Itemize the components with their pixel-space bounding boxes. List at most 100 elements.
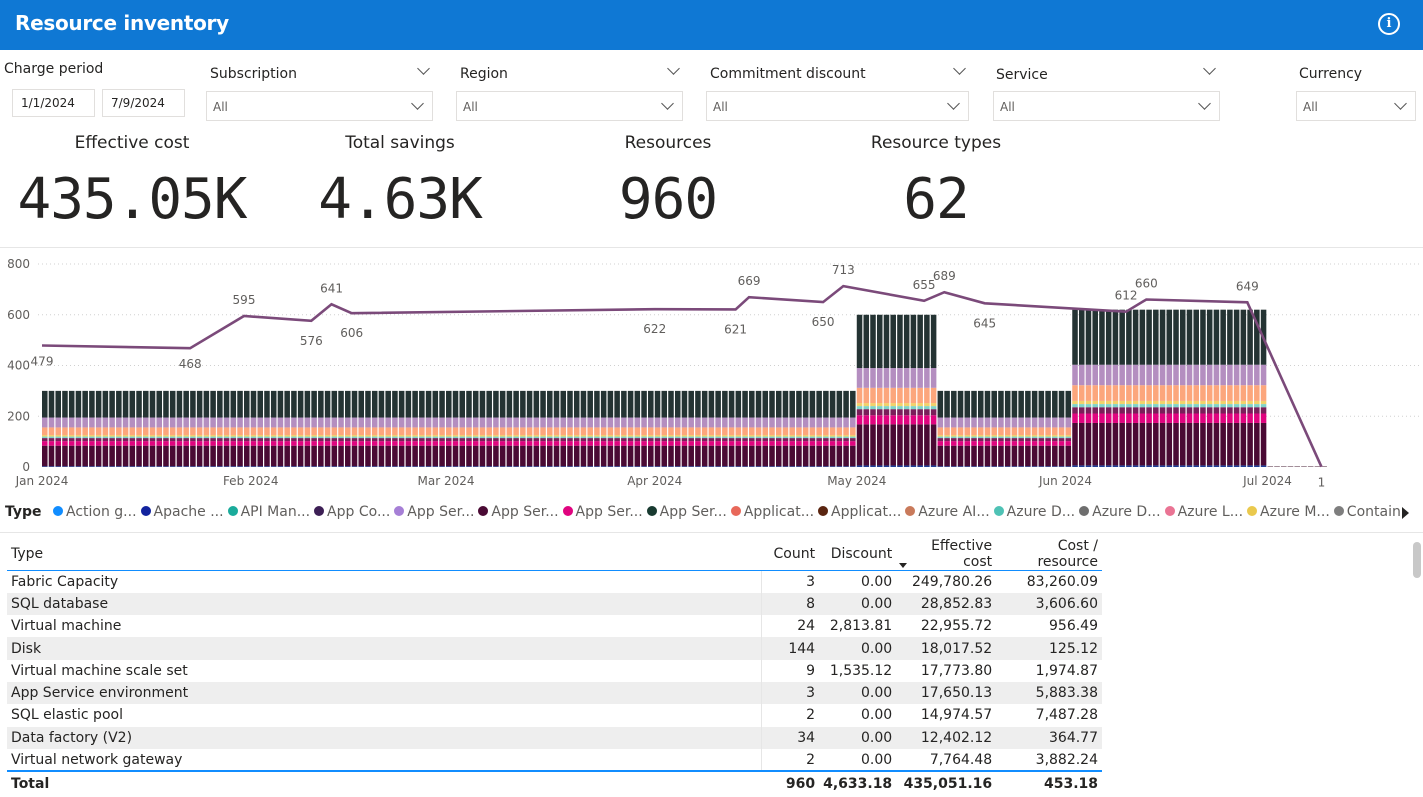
bar-segment — [802, 466, 809, 467]
column-header-count[interactable]: Count — [761, 538, 820, 571]
bar-segment — [318, 436, 324, 439]
bar-segment — [183, 417, 189, 428]
bar-segment — [277, 417, 284, 428]
bar-segment — [1220, 465, 1226, 467]
chevron-down-icon[interactable] — [417, 62, 430, 75]
legend-item[interactable]: App Co... — [314, 504, 390, 520]
bar-segment — [297, 427, 304, 436]
legend-item[interactable]: App Ser... — [562, 504, 643, 520]
bar-segment — [439, 427, 445, 436]
bar-segment — [547, 466, 553, 467]
bar-segment — [250, 427, 257, 436]
bar-segment — [627, 441, 634, 446]
bar-segment — [102, 390, 109, 418]
bar-segment — [1072, 364, 1078, 386]
legend-item[interactable]: Azure M... — [1247, 504, 1330, 520]
chevron-down-icon — [411, 97, 424, 110]
legend-next-arrow-icon[interactable] — [1402, 507, 1409, 519]
bar-segment — [472, 438, 479, 442]
bar-segment — [580, 417, 587, 428]
resources-by-type-chart[interactable]: 0200400600800Jan 2024 Feb 2024 Mar 2024 Apr… — [0, 250, 1423, 500]
bar-segment — [951, 445, 957, 467]
legend-item[interactable]: Applicat... — [818, 504, 901, 520]
subscription-dropdown[interactable]: All — [206, 91, 433, 121]
legend-item[interactable]: Azure D... — [993, 504, 1075, 520]
bar-segment — [62, 390, 68, 418]
cell-type: Virtual machine — [11, 618, 122, 635]
bar-segment — [1058, 435, 1065, 437]
bar-segment — [1179, 385, 1186, 401]
info-icon[interactable]: i — [1378, 13, 1400, 35]
bar-segment — [742, 427, 748, 436]
bar-segment — [1213, 309, 1220, 365]
bar-segment — [371, 427, 378, 436]
bar-segment — [627, 466, 634, 467]
column-header-effective-cost[interactable]: Effective cost — [896, 538, 997, 571]
legend-item[interactable]: Azure D... — [1079, 504, 1161, 520]
table-row[interactable]: Virtual machine scale set 9 1,535.12 17,773… — [7, 659, 1102, 682]
table-row[interactable]: App Service environment 3 0.00 17,650.13 5,8… — [7, 681, 1102, 705]
bar-segment — [897, 406, 903, 410]
bar-segment — [68, 427, 75, 436]
column-header-type[interactable]: Type — [7, 538, 762, 571]
chevron-down-icon[interactable] — [953, 62, 966, 75]
bar-segment — [1213, 404, 1220, 408]
bar-segment — [398, 466, 405, 467]
bar-segment — [149, 466, 156, 467]
bar-segment — [102, 436, 109, 439]
table-row[interactable]: Data factory (V2) 34 0.00 12,402.12 364.77 — [7, 726, 1102, 749]
legend-item[interactable]: App Ser... — [478, 504, 559, 520]
table-row[interactable]: Virtual machine 24 2,813.81 22,955.72 956.49 — [7, 615, 1102, 638]
bar-segment — [924, 409, 930, 416]
bar-segment — [1153, 404, 1159, 408]
table-row[interactable]: Fabric Capacity 3 0.00 249,780.26 83,260.09 — [7, 570, 1102, 593]
bar-segment — [419, 438, 425, 442]
bar-segment — [580, 445, 587, 467]
bar-segment — [924, 424, 930, 466]
end-date-input[interactable]: 7/9/2024 — [102, 89, 185, 117]
vertical-scrollbar[interactable] — [1413, 542, 1421, 578]
legend-item[interactable]: Contain... — [1333, 504, 1400, 520]
bar-segment — [1126, 413, 1132, 423]
bar-segment — [1179, 413, 1186, 423]
bar-segment — [594, 441, 600, 446]
legend-item[interactable]: Applicat... — [730, 504, 814, 520]
table-row[interactable]: Disk 144 0.00 18,017.52 125.12 — [7, 637, 1102, 660]
region-dropdown[interactable]: All — [456, 91, 683, 121]
bar-segment — [870, 387, 876, 404]
bar-segment — [297, 445, 304, 467]
bar-segment — [89, 445, 95, 467]
bar-segment — [654, 435, 661, 437]
column-header-discount[interactable]: Discount — [819, 538, 897, 571]
bar-segment — [89, 466, 95, 467]
chevron-down-icon[interactable] — [1203, 62, 1216, 75]
table-row[interactable]: SQL database 8 0.00 28,852.83 3,606.60 — [7, 592, 1102, 616]
bar-segment — [324, 466, 331, 467]
bar-segment — [291, 445, 297, 467]
bar-segment — [102, 427, 109, 436]
table-row[interactable]: Virtual network gateway 2 0.00 7,764.48 3,88… — [7, 748, 1102, 772]
legend-item[interactable]: Azure AI... — [905, 504, 990, 520]
cell-cost-per-resource: 1,974.87 — [1035, 662, 1098, 679]
start-date-input[interactable]: 1/1/2024 — [12, 89, 95, 117]
bar-segment — [829, 445, 836, 467]
bar-segment — [109, 445, 115, 467]
bar-segment — [459, 436, 466, 439]
bar-segment — [1092, 400, 1098, 405]
commitment-discount-dropdown[interactable]: All — [706, 91, 969, 121]
bar-segment — [217, 466, 223, 467]
bar-segment — [735, 390, 742, 418]
chevron-down-icon[interactable] — [667, 62, 680, 75]
bar-segment — [661, 438, 668, 442]
column-header-cost-per-resource[interactable]: Cost / resource — [996, 538, 1102, 571]
table-row[interactable]: SQL elastic pool 2 0.00 14,974.57 7,487.28 — [7, 704, 1102, 727]
legend-item[interactable]: Action g... — [52, 504, 137, 520]
currency-dropdown[interactable]: All — [1296, 91, 1416, 121]
service-dropdown[interactable]: All — [993, 91, 1220, 121]
legend-item[interactable]: App Ser... — [646, 504, 727, 520]
legend-item[interactable]: App Ser... — [394, 504, 474, 520]
legend-item[interactable]: Azure L... — [1164, 504, 1243, 520]
bar-segment — [1193, 404, 1199, 408]
legend-item[interactable]: API Man... — [227, 504, 310, 520]
legend-item[interactable]: Apache ... — [140, 504, 224, 520]
